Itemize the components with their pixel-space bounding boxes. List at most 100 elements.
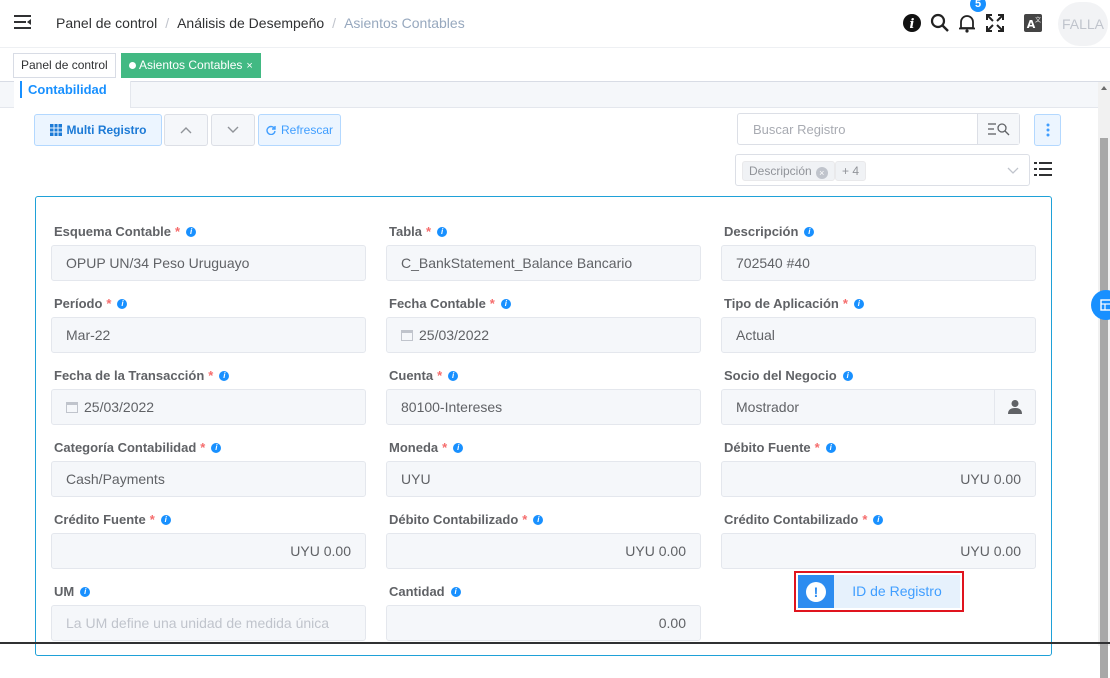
field-label: Crédito Contabilizado * i (724, 512, 884, 527)
field-label: Crédito Fuente * i (54, 512, 171, 527)
tag-label: Asientos Contables (139, 58, 243, 72)
alert-icon: ! (798, 575, 834, 608)
field-label: Tipo de Aplicación * i (724, 296, 864, 311)
field-label: Descripción i (724, 224, 815, 239)
chevron-down-icon (227, 126, 239, 133)
field-label: Categoría Contabilidad * i (54, 440, 222, 455)
tags-view: Panel de control Asientos Contables × (0, 49, 1110, 82)
bottom-divider (0, 642, 1110, 644)
moneda-field[interactable]: UYU (386, 461, 701, 497)
um-field[interactable]: La UM define una unidad de medida única (51, 605, 366, 641)
record-id-inner: ! ID de Registro (798, 575, 960, 608)
scrollbar[interactable] (1098, 82, 1110, 678)
field-label: Fecha Contable * i (389, 296, 511, 311)
hamburger-icon[interactable] (14, 14, 32, 30)
debito-contabilizado-field[interactable]: UYU 0.00 (386, 533, 701, 569)
tag-panel-de-control[interactable]: Panel de control (13, 53, 116, 78)
search-box: Buscar Registro (737, 113, 1020, 145)
breadcrumb-item-analisis[interactable]: Análisis de Desempeño (177, 15, 324, 31)
breadcrumb: Panel de control / Análisis de Desempeño / A… (56, 15, 465, 31)
info-icon[interactable]: i (873, 515, 884, 525)
info-icon[interactable]: i (804, 227, 815, 237)
search-button[interactable] (977, 114, 1019, 144)
info-icon[interactable]: i (219, 371, 230, 381)
bell-icon[interactable] (956, 12, 978, 34)
info-icon[interactable]: i (901, 12, 923, 34)
fullscreen-icon[interactable] (984, 12, 1006, 34)
credito-fuente-field[interactable]: UYU 0.00 (51, 533, 366, 569)
field-label: Esquema Contable * i (54, 224, 197, 239)
field-label: Período * i (54, 296, 128, 311)
field-label: Moneda * i (389, 440, 464, 455)
scroll-up-icon[interactable] (1101, 86, 1107, 90)
info-icon[interactable]: i (500, 299, 511, 309)
close-icon[interactable]: × (246, 60, 252, 72)
esquema-contable-field[interactable]: OPUP UN/34 Peso Uruguayo (51, 245, 366, 281)
info-icon[interactable]: i (448, 371, 459, 381)
refrescar-label: Refrescar (280, 123, 333, 137)
field-label: UM i (54, 584, 91, 599)
tab-bar: Contabilidad (0, 81, 1100, 108)
cantidad-field[interactable]: 0.00 (386, 605, 701, 641)
more-options-button[interactable] (1034, 114, 1061, 146)
field-label: Tabla * i (389, 224, 448, 239)
list-view-icon[interactable] (1034, 160, 1052, 178)
cuenta-field[interactable]: 80100-Intereses (386, 389, 701, 425)
breadcrumb-item-asientos: Asientos Contables (344, 15, 465, 31)
debito-fuente-field[interactable]: UYU 0.00 (721, 461, 1036, 497)
info-icon[interactable]: i (450, 587, 461, 597)
refrescar-button[interactable]: Refrescar (258, 114, 341, 146)
column-chip-descripcion: Descripción × (742, 161, 835, 181)
info-icon[interactable]: i (825, 443, 836, 453)
info-icon[interactable]: i (437, 227, 448, 237)
field-label: Débito Contabilizado * i (389, 512, 544, 527)
fecha-contable-field[interactable]: 25/03/2022 (386, 317, 701, 353)
tag-asientos-contables[interactable]: Asientos Contables × (121, 53, 261, 78)
tab-contabilidad[interactable]: Contabilidad (14, 81, 131, 108)
language-icon[interactable]: A文 (1022, 12, 1044, 34)
chevron-up-icon (180, 127, 192, 134)
multi-registro-button[interactable]: Multi Registro (34, 114, 162, 146)
svg-text:i: i (910, 17, 915, 32)
info-icon[interactable]: i (211, 443, 222, 453)
info-icon[interactable]: i (186, 227, 197, 237)
chip-remove-icon[interactable]: × (815, 167, 828, 179)
record-id-box[interactable]: ! ID de Registro (794, 571, 964, 612)
person-icon[interactable] (994, 390, 1035, 424)
socio-negocio-field[interactable]: Mostrador (721, 389, 1036, 425)
columns-select[interactable]: Descripción × + 4 (735, 154, 1030, 186)
navbar: Panel de control / Análisis de Desempeño / A… (0, 0, 1110, 48)
active-dot-icon (129, 62, 136, 69)
periodo-field[interactable]: Mar-22 (51, 317, 366, 353)
fecha-transaccion-field[interactable]: 25/03/2022 (51, 389, 366, 425)
more-columns-chip: + 4 (835, 161, 867, 181)
list-search-icon (987, 123, 1009, 136)
breadcrumb-item-panel[interactable]: Panel de control (56, 15, 157, 31)
search-input[interactable]: Buscar Registro (753, 122, 845, 137)
info-icon[interactable]: i (117, 299, 128, 309)
tabla-field[interactable]: C_BankStatement_Balance Bancario (386, 245, 701, 281)
search-icon[interactable] (929, 12, 951, 34)
chip-label: Descripción (749, 164, 812, 178)
scrollbar-thumb[interactable] (1100, 138, 1108, 678)
info-icon[interactable]: i (853, 299, 864, 309)
info-icon[interactable]: i (453, 443, 464, 453)
credito-contabilizado-field[interactable]: UYU 0.00 (721, 533, 1036, 569)
tipo-aplicacion-field[interactable]: Actual (721, 317, 1036, 353)
info-icon[interactable]: i (842, 371, 853, 381)
previous-record-button[interactable] (164, 114, 208, 146)
avatar[interactable]: FALLA (1058, 2, 1108, 46)
field-label: Fecha de la Transacción * i (54, 368, 230, 383)
record-id-label: ID de Registro (852, 583, 942, 599)
info-icon[interactable]: i (80, 587, 91, 597)
chevron-down-icon (1007, 167, 1019, 174)
field-label: Socio del Negocio i (724, 368, 853, 383)
info-icon[interactable]: i (533, 515, 544, 525)
field-label: Débito Fuente * i (724, 440, 836, 455)
descripcion-field[interactable]: 702540 #40 (721, 245, 1036, 281)
categoria-contabilidad-field[interactable]: Cash/Payments (51, 461, 366, 497)
info-icon[interactable]: i (160, 515, 171, 525)
panel-toggle-button[interactable] (1091, 290, 1110, 320)
next-record-button[interactable] (211, 114, 255, 146)
calendar-icon (401, 330, 413, 341)
